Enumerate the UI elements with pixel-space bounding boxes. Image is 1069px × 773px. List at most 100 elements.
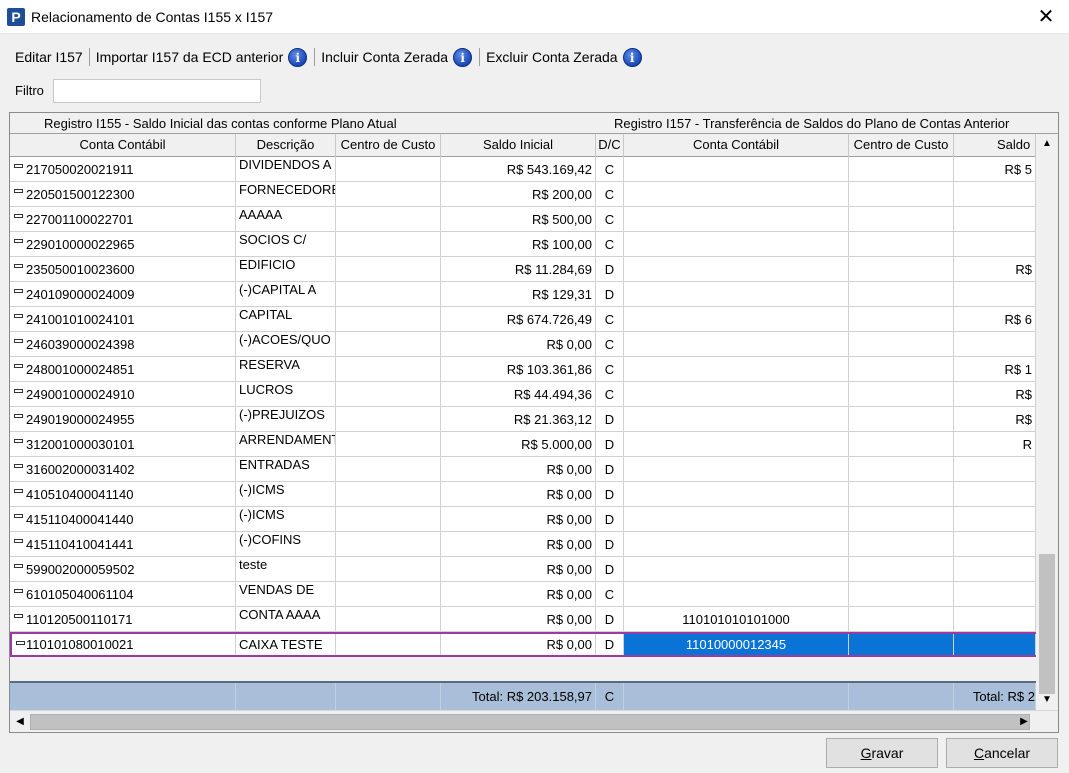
table-row[interactable]: 220501500122300 FORNECEDORE R$ 200,00 C bbox=[10, 182, 1036, 207]
cell-dc[interactable]: D bbox=[596, 282, 624, 307]
cell-saldo-inicial[interactable]: R$ 0,00 bbox=[441, 532, 596, 557]
scroll-up-icon[interactable]: ▲ bbox=[1036, 134, 1058, 154]
cell-descricao[interactable]: LUCROS bbox=[236, 382, 336, 407]
table-row[interactable]: 229010000022965 SOCIOS C/R$ 100,00 C bbox=[10, 232, 1036, 257]
table-row[interactable]: 240109000024009 (-)CAPITAL A R$ 129,31 D bbox=[10, 282, 1036, 307]
cell-centro-custo-anterior[interactable] bbox=[849, 257, 954, 282]
cell-saldo-inicial[interactable]: R$ 100,00 bbox=[441, 232, 596, 257]
cell-conta-anterior[interactable]: 110101010101000 bbox=[624, 607, 849, 632]
cell-saldo-inicial[interactable]: R$ 674.726,49 bbox=[441, 307, 596, 332]
cell-saldo-inicial[interactable]: R$ 0,00 bbox=[441, 607, 596, 632]
cell-centro-custo-anterior[interactable] bbox=[849, 532, 954, 557]
cell-descricao[interactable]: AAAAA bbox=[236, 207, 336, 232]
cell-saldo-anterior[interactable] bbox=[954, 207, 1036, 232]
table-row[interactable]: 249001000024910 LUCROS R$ 44.494,36 C R$ bbox=[10, 382, 1036, 407]
cell-conta[interactable]: 316002000031402 bbox=[10, 457, 236, 482]
cell-centro-custo[interactable] bbox=[336, 634, 441, 655]
cell-centro-custo[interactable] bbox=[336, 282, 441, 307]
cell-conta[interactable]: 110120500110171 bbox=[10, 607, 236, 632]
cell-saldo-anterior[interactable] bbox=[954, 557, 1036, 582]
cell-conta[interactable]: 246039000024398 bbox=[10, 332, 236, 357]
cell-centro-custo-anterior[interactable] bbox=[849, 182, 954, 207]
cell-conta-anterior[interactable] bbox=[624, 157, 849, 182]
cell-dc[interactable]: C bbox=[596, 232, 624, 257]
cell-saldo-inicial[interactable]: R$ 5.000,00 bbox=[441, 432, 596, 457]
cell-saldo-anterior[interactable]: R$ 5 bbox=[954, 157, 1036, 182]
cell-descricao[interactable]: ENTRADAS bbox=[236, 457, 336, 482]
cell-conta-anterior[interactable] bbox=[624, 507, 849, 532]
cell-conta-anterior[interactable] bbox=[624, 307, 849, 332]
scroll-left-icon[interactable]: ◀ bbox=[10, 711, 30, 732]
cell-saldo-anterior[interactable] bbox=[954, 634, 1036, 655]
cell-saldo-anterior[interactable] bbox=[954, 532, 1036, 557]
info-icon[interactable]: i bbox=[288, 47, 308, 67]
col-header-saldo-anterior[interactable]: Saldo Ini bbox=[954, 134, 1036, 157]
cell-conta-anterior[interactable] bbox=[624, 482, 849, 507]
cell-dc[interactable]: D bbox=[596, 532, 624, 557]
edit-i157-button[interactable]: Editar I157 bbox=[10, 49, 88, 65]
cell-dc[interactable]: C bbox=[596, 157, 624, 182]
cell-conta[interactable]: 249001000024910 bbox=[10, 382, 236, 407]
cell-centro-custo-anterior[interactable] bbox=[849, 407, 954, 432]
cell-saldo-inicial[interactable]: R$ 500,00 bbox=[441, 207, 596, 232]
cell-conta[interactable]: 220501500122300 bbox=[10, 182, 236, 207]
table-row[interactable]: 217050020021911 DIVIDENDOS A R$ 543.169,42… bbox=[10, 157, 1036, 182]
cell-saldo-anterior[interactable] bbox=[954, 607, 1036, 632]
cell-dc[interactable]: D bbox=[596, 407, 624, 432]
cell-conta-anterior[interactable] bbox=[624, 207, 849, 232]
col-header-conta-anterior[interactable]: Conta Contábil bbox=[624, 134, 849, 157]
cell-conta-anterior[interactable] bbox=[624, 457, 849, 482]
import-i157-button[interactable]: Importar I157 da ECD anterior bbox=[91, 49, 289, 65]
cell-descricao[interactable]: SOCIOS C/ bbox=[236, 232, 336, 257]
cell-conta-anterior[interactable] bbox=[624, 532, 849, 557]
cell-centro-custo-anterior[interactable] bbox=[849, 457, 954, 482]
cell-centro-custo[interactable] bbox=[336, 157, 441, 182]
scroll-down-icon[interactable]: ▼ bbox=[1036, 690, 1058, 710]
cell-saldo-anterior[interactable] bbox=[954, 182, 1036, 207]
cell-descricao[interactable]: DIVIDENDOS A bbox=[236, 157, 336, 182]
cell-saldo-inicial[interactable]: R$ 21.363,12 bbox=[441, 407, 596, 432]
cell-descricao[interactable]: CONTA AAAA bbox=[236, 607, 336, 632]
cell-conta-anterior[interactable] bbox=[624, 282, 849, 307]
cell-conta[interactable]: 610105040061104 bbox=[10, 582, 236, 607]
table-row[interactable]: 415110400041440 (-)ICMS R$ 0,00 D bbox=[10, 507, 1036, 532]
cell-conta[interactable]: 227001100022701 bbox=[10, 207, 236, 232]
cell-dc[interactable]: D bbox=[596, 557, 624, 582]
cell-centro-custo[interactable] bbox=[336, 182, 441, 207]
filter-input[interactable] bbox=[53, 79, 261, 103]
cell-saldo-anterior[interactable] bbox=[954, 482, 1036, 507]
cell-descricao[interactable]: teste bbox=[236, 557, 336, 582]
cell-conta[interactable]: 312001000030101 bbox=[10, 432, 236, 457]
cell-centro-custo-anterior[interactable] bbox=[849, 357, 954, 382]
cell-dc[interactable]: D bbox=[596, 507, 624, 532]
cell-centro-custo[interactable] bbox=[336, 482, 441, 507]
cell-descricao[interactable]: (-)ICMS bbox=[236, 507, 336, 532]
cell-dc[interactable]: C bbox=[596, 182, 624, 207]
cell-centro-custo[interactable] bbox=[336, 582, 441, 607]
include-zero-account-button[interactable]: Incluir Conta Zerada bbox=[316, 49, 453, 65]
cell-dc[interactable]: C bbox=[596, 307, 624, 332]
cell-conta[interactable]: 235050010023600 bbox=[10, 257, 236, 282]
cell-centro-custo-anterior[interactable] bbox=[849, 582, 954, 607]
cell-saldo-anterior[interactable] bbox=[954, 582, 1036, 607]
cell-conta[interactable]: 410510400041140 bbox=[10, 482, 236, 507]
cell-saldo-anterior[interactable] bbox=[954, 232, 1036, 257]
cell-saldo-inicial[interactable]: R$ 129,31 bbox=[441, 282, 596, 307]
col-header-conta[interactable]: Conta Contábil bbox=[10, 134, 236, 157]
cell-centro-custo[interactable] bbox=[336, 357, 441, 382]
cell-saldo-anterior[interactable]: R$ bbox=[954, 382, 1036, 407]
cell-centro-custo-anterior[interactable] bbox=[849, 482, 954, 507]
cell-centro-custo-anterior[interactable] bbox=[849, 232, 954, 257]
cell-saldo-inicial[interactable]: R$ 0,00 bbox=[441, 457, 596, 482]
cell-conta-anterior[interactable] bbox=[624, 557, 849, 582]
cell-centro-custo-anterior[interactable] bbox=[849, 307, 954, 332]
cell-conta-anterior[interactable] bbox=[624, 432, 849, 457]
table-row[interactable]: 235050010023600 EDIFICIO R$ 11.284,69 D R$ bbox=[10, 257, 1036, 282]
cell-descricao[interactable]: (-)ICMS bbox=[236, 482, 336, 507]
table-row[interactable]: 110101080010021 CAIXA TESTE R$ 0,00 D 110100… bbox=[10, 632, 1036, 657]
cell-centro-custo[interactable] bbox=[336, 507, 441, 532]
cell-descricao[interactable]: FORNECEDORE bbox=[236, 182, 336, 207]
cell-saldo-anterior[interactable] bbox=[954, 457, 1036, 482]
cell-dc[interactable]: D bbox=[596, 432, 624, 457]
cell-saldo-anterior[interactable]: R$ bbox=[954, 407, 1036, 432]
